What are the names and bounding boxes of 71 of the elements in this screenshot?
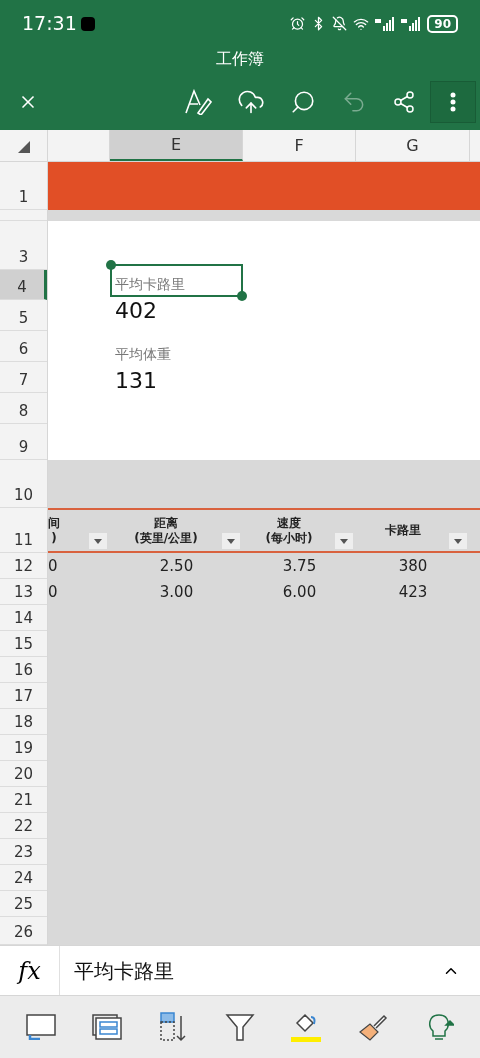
status-time: 17:31: [22, 11, 77, 37]
row-header[interactable]: 6: [0, 331, 47, 362]
table-cell-text: 6.00: [282, 581, 317, 603]
dropdown-arrow-icon: [340, 538, 348, 544]
bell-off-icon: [332, 16, 348, 31]
signal-icon: [401, 16, 422, 31]
row-header[interactable]: 18: [0, 709, 47, 735]
row-header[interactable]: 4: [0, 270, 47, 300]
row-header[interactable]: 15: [0, 631, 47, 657]
row-header[interactable]: 1: [0, 162, 47, 210]
row-header[interactable]: 22: [0, 813, 47, 839]
alarm-icon: [290, 16, 306, 31]
sort-icon[interactable]: [158, 1012, 189, 1042]
column-header[interactable]: G: [356, 130, 470, 161]
freeze-panes-icon[interactable]: [26, 1014, 57, 1040]
app-notification-icon: [80, 16, 95, 31]
filter-icon[interactable]: [225, 1012, 255, 1042]
row-header[interactable]: 24: [0, 865, 47, 891]
draw-pen-icon[interactable]: [184, 88, 212, 115]
filter-dropdown[interactable]: [335, 533, 353, 549]
filter-dropdown[interactable]: [449, 533, 467, 549]
row-header[interactable]: 17: [0, 683, 47, 709]
table-styles-icon[interactable]: [92, 1014, 123, 1040]
table-header: 卡路里: [384, 523, 421, 538]
row-header[interactable]: 25: [0, 891, 47, 917]
row-header[interactable]: 10: [0, 460, 47, 508]
table-cell-text: 3.00: [159, 581, 194, 603]
formula-input[interactable]: 平均卡路里: [60, 955, 442, 986]
table-cell-text: 0: [48, 581, 58, 603]
table-cell-text: 0: [48, 555, 58, 577]
row-header[interactable]: 11: [0, 508, 47, 553]
row-header[interactable]: 16: [0, 657, 47, 683]
row-header[interactable]: 21: [0, 787, 47, 813]
cell-label[interactable]: 平均体重: [110, 334, 243, 367]
row-header[interactable]: 14: [0, 605, 47, 631]
cell-value: 131: [114, 367, 158, 395]
dropdown-arrow-icon: [227, 538, 235, 544]
table-cell-text: 423: [398, 581, 428, 603]
selection-handle[interactable]: [237, 291, 247, 301]
column-header[interactable]: E: [110, 130, 243, 161]
selection-handle[interactable]: [106, 260, 116, 270]
battery-indicator: 90: [427, 14, 458, 33]
row-header[interactable]: 19: [0, 735, 47, 761]
more-button[interactable]: [430, 80, 476, 123]
row-header[interactable]: 13: [0, 579, 47, 605]
dropdown-arrow-icon: [94, 538, 102, 544]
clear-brush-icon[interactable]: [357, 1012, 388, 1042]
table-cell-text: 3.75: [282, 555, 317, 577]
table-header: 距离 (英里/公里): [134, 515, 198, 546]
table-header: 间 ): [48, 515, 60, 546]
cell-value: 402: [114, 297, 158, 325]
row-header[interactable]: 20: [0, 761, 47, 787]
row-header[interactable]: 23: [0, 839, 47, 865]
column-header[interactable]: F: [243, 130, 356, 161]
corner-triangle-icon: [17, 141, 30, 153]
dropdown-arrow-icon: [454, 538, 462, 544]
table-cell-text: 380: [398, 555, 428, 577]
fill-color-icon[interactable]: [291, 1011, 322, 1043]
table-cell-text: 2.50: [159, 555, 194, 577]
row-header[interactable]: 9: [0, 424, 47, 460]
share-icon[interactable]: [392, 89, 416, 114]
row-header[interactable]: 8: [0, 393, 47, 424]
row-header[interactable]: 5: [0, 300, 47, 331]
filter-dropdown[interactable]: [222, 533, 240, 549]
more-icon: [450, 91, 456, 112]
row-header[interactable]: 12: [0, 553, 47, 579]
filter-dropdown[interactable]: [89, 533, 107, 549]
table-header: 速度 (每小时): [265, 515, 313, 546]
window-title: 工作簿: [216, 48, 264, 70]
signal-icon: [375, 16, 396, 31]
row-header[interactable]: 7: [0, 362, 47, 393]
